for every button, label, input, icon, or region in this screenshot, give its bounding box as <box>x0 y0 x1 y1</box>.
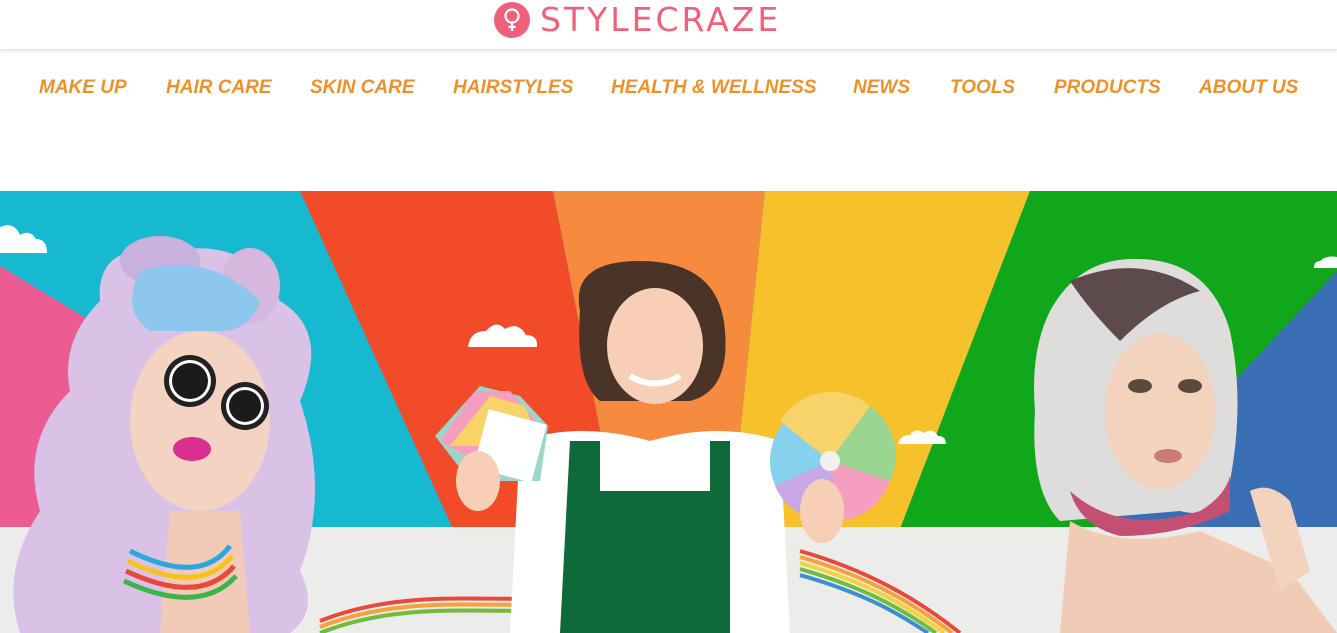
nav-item-tools[interactable]: TOOLS <box>950 72 1015 104</box>
hero-banner[interactable] <box>0 191 1337 633</box>
hero-illustration <box>0 191 1337 633</box>
nav-item-health-wellness[interactable]: HEALTH & WELLNESS <box>611 72 816 104</box>
nav-item-hair-care[interactable]: HAIR CARE <box>166 72 272 104</box>
stylecraze-page: STYLECRAZE MAKE UP HAIR CARE SKIN CARE H… <box>0 0 1337 633</box>
nav-item-news[interactable]: NEWS <box>853 72 910 104</box>
nav-item-skin-care[interactable]: SKIN CARE <box>310 72 415 104</box>
brand-name: STYLECRAZE <box>540 0 782 39</box>
nav-item-about-us[interactable]: ABOUT US <box>1199 72 1298 104</box>
logo-icon <box>494 2 530 38</box>
nav-item-hairstyles[interactable]: HAIRSTYLES <box>453 72 573 104</box>
main-navigation: MAKE UP HAIR CARE SKIN CARE HAIRSTYLES H… <box>0 72 1337 104</box>
site-header: STYLECRAZE <box>0 0 1337 50</box>
nav-item-products[interactable]: PRODUCTS <box>1054 72 1161 104</box>
logo-link[interactable]: STYLECRAZE <box>494 2 781 38</box>
nav-item-make-up[interactable]: MAKE UP <box>39 72 127 104</box>
